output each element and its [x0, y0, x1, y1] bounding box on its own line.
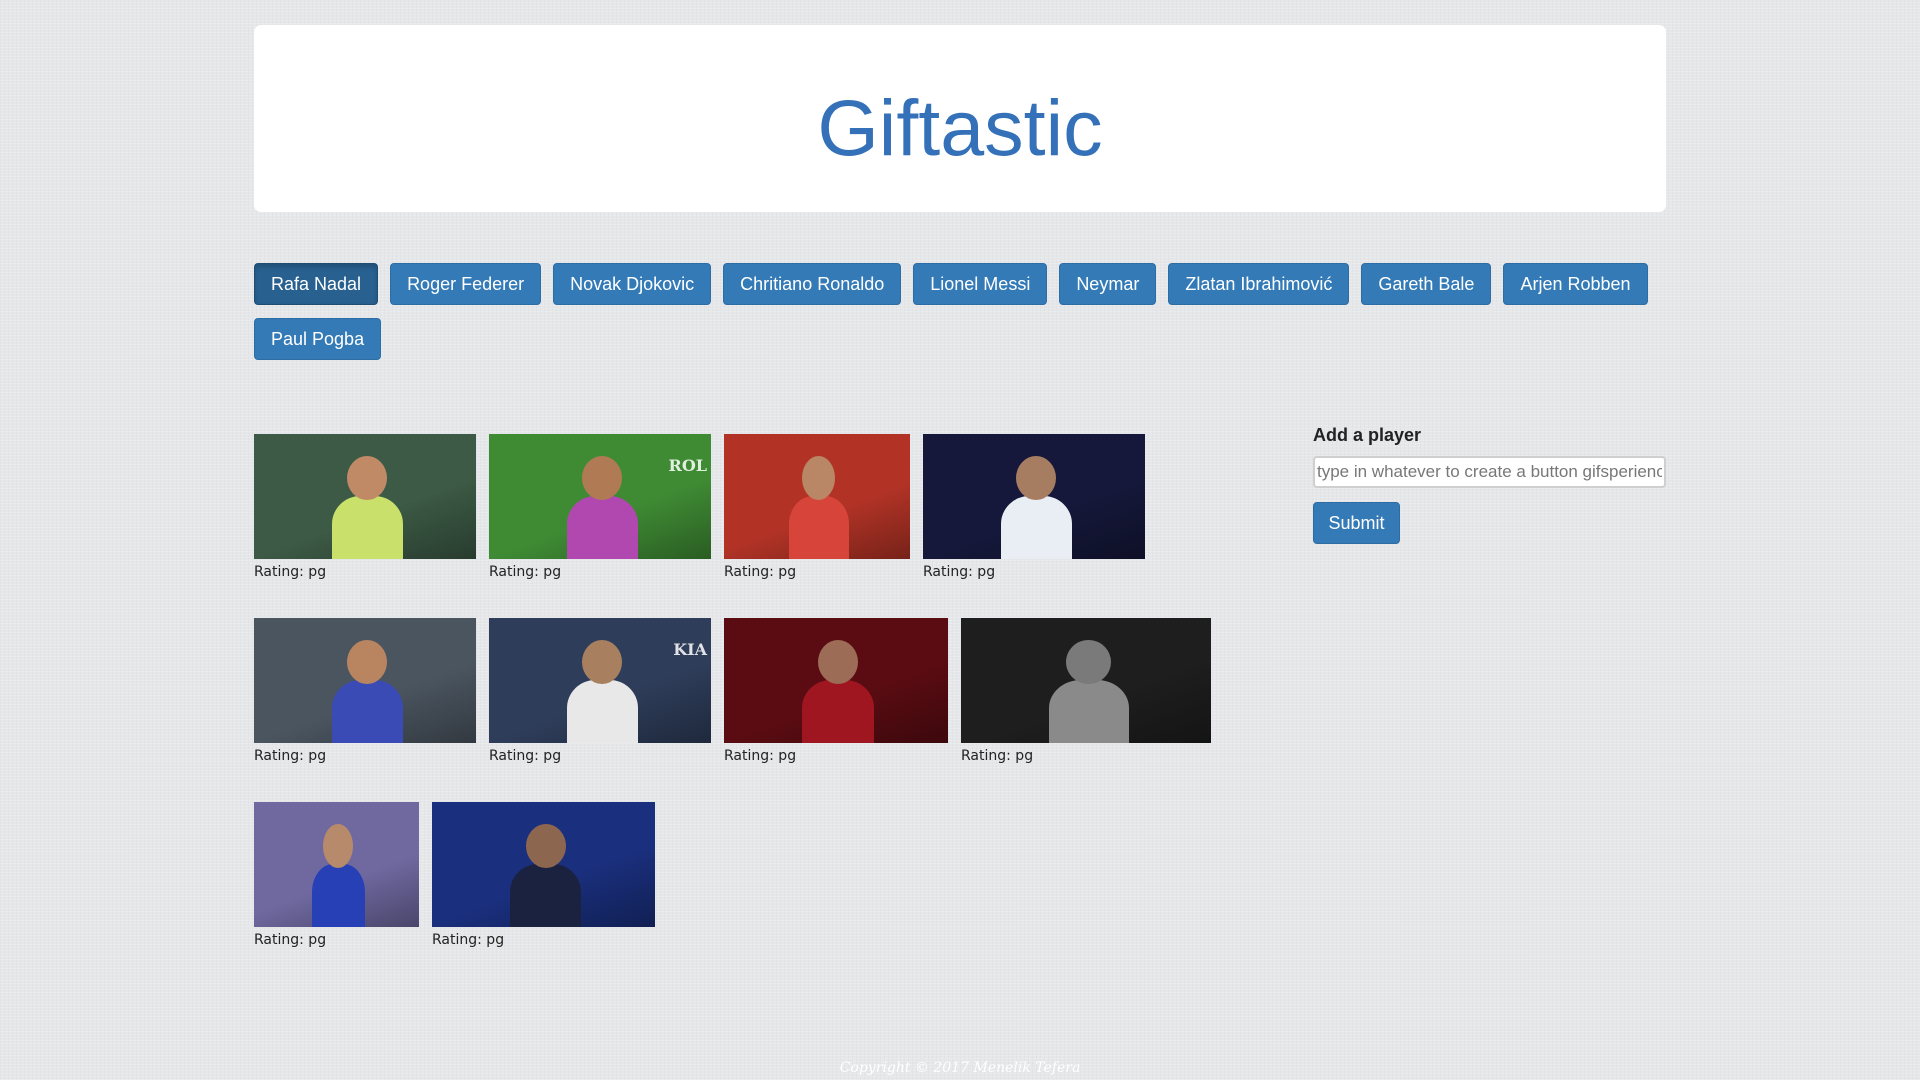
player-torso-shape [312, 864, 365, 927]
player-head-shape [1066, 640, 1111, 684]
gif-card: Rating: pg [724, 618, 948, 802]
gif-rating-label: Rating: pg [254, 748, 327, 764]
gif-rating-label: Rating: pg [923, 564, 996, 580]
player-head-shape [582, 640, 622, 684]
gif-image[interactable]: ROL [489, 434, 711, 559]
gif-rating-label: Rating: pg [254, 932, 327, 948]
gif-rating-label: Rating: pg [254, 564, 327, 580]
gif-image[interactable] [254, 802, 419, 927]
gif-image[interactable] [254, 618, 476, 743]
gif-card: Rating: pg [432, 802, 655, 986]
gif-image[interactable] [432, 802, 655, 927]
submit-button[interactable]: Submit [1313, 502, 1400, 544]
gif-rating-label: Rating: pg [489, 748, 562, 764]
player-button-row: Rafa Nadal Roger Federer Novak Djokovic Chr… [254, 263, 1666, 360]
player-button[interactable]: Neymar [1059, 263, 1157, 305]
player-button[interactable]: Gareth Bale [1361, 263, 1492, 305]
add-player-label: Add a player [1313, 425, 1422, 445]
add-player-input[interactable] [1313, 456, 1666, 488]
player-torso-shape [332, 496, 403, 559]
gif-row: Rating: pg Rating: pg [254, 802, 1254, 986]
player-button[interactable]: Paul Pogba [254, 318, 382, 360]
player-head-shape [1016, 456, 1056, 500]
gif-card: Rating: pg [254, 802, 419, 986]
gif-image[interactable] [961, 618, 1211, 743]
gif-image[interactable]: KIA [489, 618, 711, 743]
player-button[interactable]: Novak Djokovic [553, 263, 712, 305]
page-title: Giftastic [817, 82, 1103, 172]
gif-rating-label: Rating: pg [489, 564, 562, 580]
gif-card: Rating: pg [961, 618, 1211, 802]
gif-card: KIA Rating: pg [489, 618, 711, 802]
gif-results: Rating: pg ROL Rating: pg Rating: pg Rating:… [254, 434, 1254, 986]
player-torso-shape [567, 680, 638, 743]
player-head-shape [323, 824, 353, 868]
player-head-shape [526, 824, 566, 868]
player-button[interactable]: Roger Federer [390, 263, 542, 305]
gif-image[interactable] [254, 434, 476, 559]
player-button[interactable]: Zlatan Ibrahimović [1168, 263, 1350, 305]
gif-card: Rating: pg [254, 434, 476, 618]
main-container: Giftastic Rafa Nadal Roger Federer Novak D… [254, 25, 1666, 948]
player-torso-shape [332, 680, 403, 743]
gif-rating-label: Rating: pg [432, 932, 505, 948]
player-torso-shape [789, 496, 849, 559]
player-button[interactable]: Rafa Nadal [254, 263, 379, 305]
gif-rating-label: Rating: pg [961, 748, 1034, 764]
gif-image[interactable] [923, 434, 1145, 559]
player-head-shape [802, 456, 835, 500]
gif-card: Rating: pg [254, 618, 476, 802]
gif-card: Rating: pg [724, 434, 910, 618]
header-banner: Giftastic [254, 25, 1666, 212]
add-player-form: Add a player Submit [1313, 425, 1666, 544]
gif-rating-label: Rating: pg [724, 748, 797, 764]
player-button[interactable]: Lionel Messi [913, 263, 1048, 305]
gif-card: ROL Rating: pg [489, 434, 711, 618]
gif-overlay-text: ROL [668, 456, 707, 475]
player-torso-shape [1049, 680, 1129, 743]
gif-card: Rating: pg [923, 434, 1145, 618]
footer-copyright: Copyright © 2017 Menelik Tefera [839, 1060, 1081, 1076]
player-button[interactable]: Chritiano Ronaldo [723, 263, 902, 305]
player-button[interactable]: Arjen Robben [1503, 263, 1648, 305]
player-torso-shape [567, 496, 638, 559]
gif-row: Rating: pg ROL Rating: pg Rating: pg Rating:… [254, 434, 1254, 618]
gif-rating-label: Rating: pg [724, 564, 797, 580]
player-torso-shape [1001, 496, 1072, 559]
player-torso-shape [802, 680, 874, 743]
gif-image[interactable] [724, 618, 948, 743]
player-head-shape [582, 456, 622, 500]
gif-row: Rating: pg KIA Rating: pg Rating: pg Rating:… [254, 618, 1254, 802]
player-head-shape [818, 640, 858, 684]
gif-overlay-text: KIA [673, 640, 707, 659]
player-torso-shape [510, 864, 581, 927]
player-head-shape [347, 456, 387, 500]
gif-image[interactable] [724, 434, 910, 559]
player-head-shape [347, 640, 387, 684]
